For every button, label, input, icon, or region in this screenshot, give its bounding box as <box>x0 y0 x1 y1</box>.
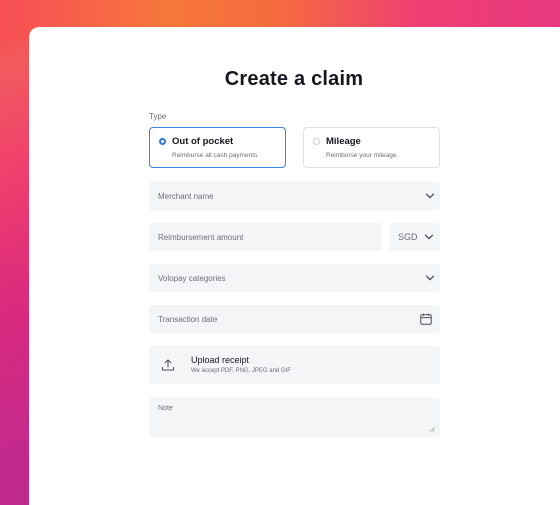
radio-selected-icon[interactable] <box>159 138 166 145</box>
upload-receipt-area[interactable]: Upload receipt We accept PDF, PNG, JPEG … <box>149 346 440 384</box>
type-label: Type <box>149 112 167 121</box>
merchant-name-placeholder: Merchant name <box>158 192 214 201</box>
transaction-date-placeholder: Transaction date <box>158 315 218 324</box>
upload-receipt-title: Upload receipt <box>191 355 250 365</box>
transaction-date-input[interactable]: Transaction date <box>149 305 440 333</box>
upload-receipt-subtitle: We accept PDF, PNG, JPEG and GIF <box>191 368 291 374</box>
currency-value: SGD <box>398 232 418 242</box>
note-textarea[interactable]: Note <box>149 398 440 437</box>
page-title: Create a claim <box>224 68 364 90</box>
categories-select[interactable]: Volopay categories <box>149 264 440 292</box>
type-option-mileage[interactable]: Mileage Reimburse your mileage <box>303 127 440 168</box>
type-option-title: Out of pocket <box>172 136 234 147</box>
reimbursement-amount-input[interactable]: Reimbursement amount <box>149 223 382 251</box>
calendar-icon[interactable] <box>420 313 432 325</box>
type-option-subtitle: Reimburse your mileage <box>326 152 397 159</box>
claim-form-card: Create a claim Type Out of pocket Reimbu… <box>29 27 560 505</box>
categories-placeholder: Volopay categories <box>158 274 226 283</box>
resize-handle-icon[interactable] <box>429 426 435 432</box>
chevron-down-icon <box>425 193 435 199</box>
chevron-down-icon <box>425 275 435 281</box>
reimbursement-amount-placeholder: Reimbursement amount <box>158 233 244 242</box>
upload-icon <box>162 359 174 371</box>
currency-select[interactable]: SGD <box>390 223 440 251</box>
type-option-title: Mileage <box>326 136 361 147</box>
merchant-name-select[interactable]: Merchant name <box>149 182 440 210</box>
type-option-out-of-pocket[interactable]: Out of pocket Reimburse all cash payment… <box>149 127 286 168</box>
radio-unselected-icon[interactable] <box>313 138 320 145</box>
note-placeholder: Note <box>158 405 173 412</box>
type-option-subtitle: Reimburse all cash payments <box>172 152 258 159</box>
chevron-down-icon <box>424 234 434 240</box>
